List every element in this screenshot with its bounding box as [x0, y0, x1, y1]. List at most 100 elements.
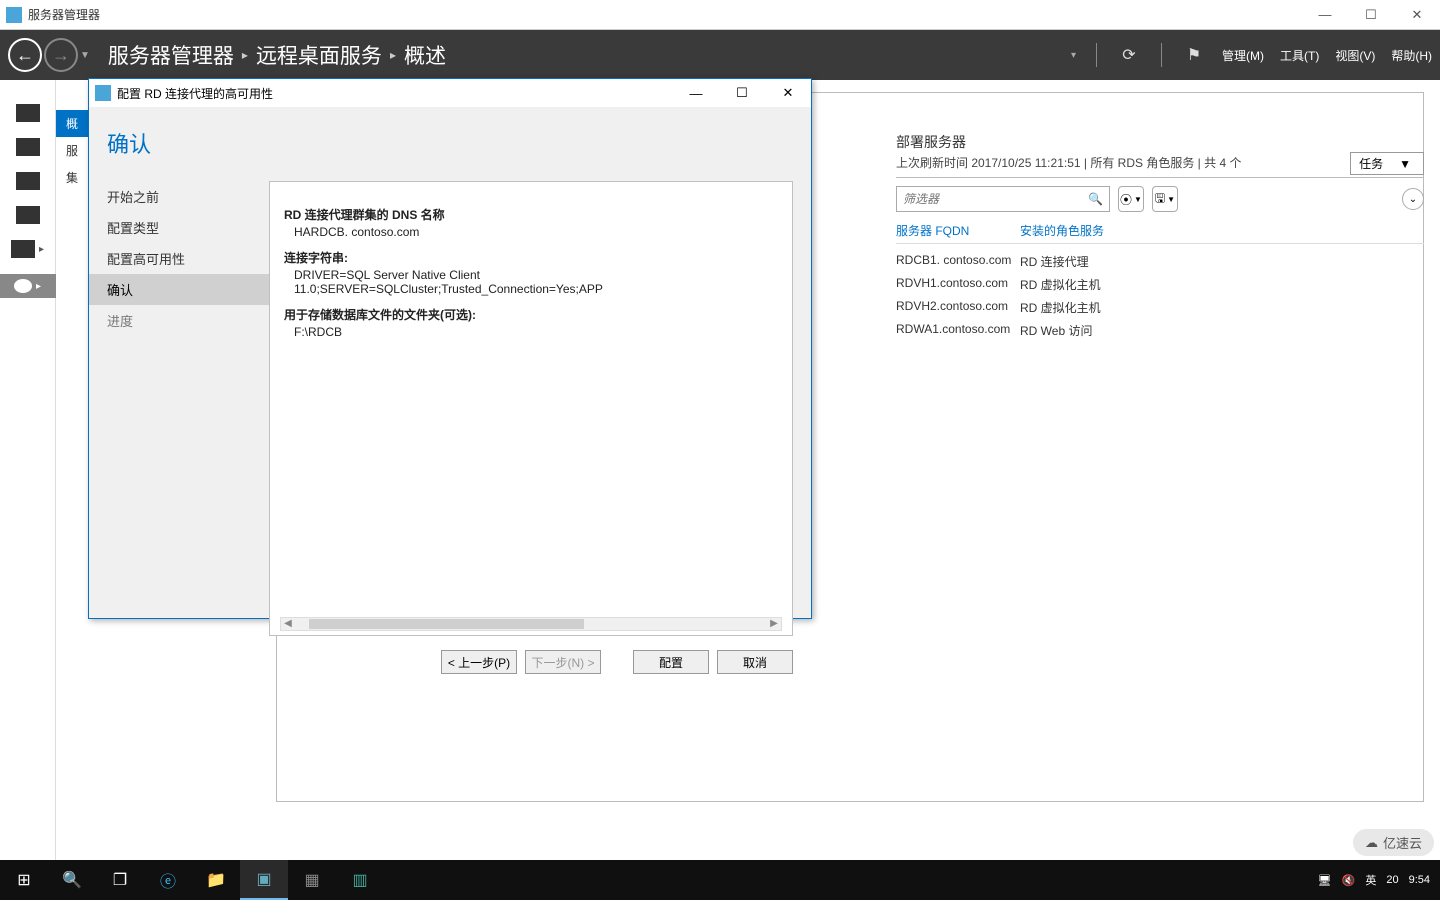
app-icon-1[interactable]: ▦: [288, 860, 336, 900]
minimize-button[interactable]: —: [1302, 0, 1348, 30]
breadcrumb-part2[interactable]: 远程桌面服务: [256, 40, 382, 70]
menu-help[interactable]: 帮助(H): [1391, 47, 1432, 64]
scroll-left-icon[interactable]: ◀: [281, 618, 295, 630]
separator: [1161, 43, 1162, 67]
table-row[interactable]: RDCB1. contoso.comRD 连接代理: [896, 250, 1424, 273]
scrollbar-thumb[interactable]: [309, 619, 584, 629]
value-conn: DRIVER=SQL Server Native Client 11.0;SER…: [294, 268, 778, 296]
ie-icon[interactable]: ⓔ: [144, 860, 192, 900]
expand-arrow-icon[interactable]: ▸: [36, 281, 41, 292]
filter-input[interactable]: [903, 192, 1088, 206]
table-row[interactable]: RDVH2.contoso.comRD 虚拟化主机: [896, 296, 1424, 319]
menu-manage[interactable]: 管理(M): [1222, 47, 1264, 64]
cell-role: RD 连接代理: [1020, 253, 1089, 270]
breadcrumb-part1[interactable]: 服务器管理器: [108, 40, 234, 70]
dialog-icon: [95, 85, 111, 101]
cell-fqdn: RDCB1. contoso.com: [896, 253, 1020, 270]
app-icon-2[interactable]: ▥: [336, 860, 384, 900]
search-icon[interactable]: 🔍: [1088, 192, 1103, 206]
chevron-down-icon: ▼: [1399, 157, 1411, 171]
wizard-step-confirm[interactable]: 确认: [89, 274, 269, 305]
tray-num[interactable]: 20: [1386, 874, 1398, 886]
tasks-dropdown[interactable]: 任务▼: [1350, 152, 1424, 175]
panel-subtitle: 上次刷新时间 2017/10/25 11:21:51 | 所有 RDS 角色服务…: [896, 154, 1424, 171]
menu-view[interactable]: 视图(V): [1335, 47, 1375, 64]
taskbar: ⊞ 🔍 ❐ ⓔ 📁 ▣ ▦ ▥ 🖥 🔇 英 20 9:54: [0, 860, 1440, 900]
app-icon: [6, 7, 22, 23]
refresh-icon[interactable]: ⟳: [1117, 43, 1141, 67]
rail-file-services-icon[interactable]: [16, 206, 40, 224]
rail-local-server-icon[interactable]: [16, 138, 40, 156]
nav-forward-button[interactable]: →: [44, 38, 78, 72]
filter-input-wrap[interactable]: 🔍: [896, 186, 1110, 212]
value-dns: HARDCB. contoso.com: [294, 225, 778, 239]
table-row[interactable]: RDVH1.contoso.comRD 虚拟化主机: [896, 273, 1424, 296]
dialog-footer: < 上一步(P) 下一步(N) > 配置 取消: [89, 636, 811, 688]
breadcrumb-sep-icon: ▸: [390, 48, 396, 62]
cell-fqdn: RDWA1.contoso.com: [896, 322, 1020, 339]
label-dns: RD 连接代理群集的 DNS 名称: [284, 206, 778, 223]
rail-rds-icon[interactable]: [14, 279, 32, 293]
ha-config-dialog: 配置 RD 连接代理的高可用性 — ☐ ✕ 确认 开始之前 配置类型 配置高可用…: [88, 78, 812, 619]
prev-button[interactable]: < 上一步(P): [441, 650, 517, 674]
rail-item-icon[interactable]: [11, 240, 35, 258]
flag-icon[interactable]: ⚑: [1182, 43, 1206, 67]
tab-servers[interactable]: 服: [56, 137, 88, 164]
window-titlebar: 服务器管理器 — ☐ ✕: [0, 0, 1440, 30]
dialog-heading: 确认: [89, 107, 811, 177]
breadcrumb: 服务器管理器 ▸ 远程桌面服务 ▸ 概述: [108, 40, 446, 70]
tray-volume-icon[interactable]: 🔇: [1342, 874, 1356, 887]
tab-collections[interactable]: 集: [56, 164, 88, 191]
col-role[interactable]: 安装的角色服务: [1020, 222, 1104, 239]
explorer-icon[interactable]: 📁: [192, 860, 240, 900]
view-options-button[interactable]: ⦿ ▼: [1118, 186, 1144, 212]
cell-role: RD 虚拟化主机: [1020, 299, 1101, 316]
server-manager-taskbar-icon[interactable]: ▣: [240, 860, 288, 900]
clock-time: 9:54: [1409, 874, 1430, 886]
dialog-title: 配置 RD 连接代理的高可用性: [117, 85, 673, 102]
nav-back-button[interactable]: ←: [8, 38, 42, 72]
cancel-button[interactable]: 取消: [717, 650, 793, 674]
maximize-button[interactable]: ☐: [1348, 0, 1394, 30]
nav-history-dropdown[interactable]: ▼: [80, 50, 90, 61]
breadcrumb-part3[interactable]: 概述: [404, 40, 446, 70]
ime-indicator[interactable]: 英: [1365, 872, 1376, 888]
deploy-servers-panel: 部署服务器 任务▼ 上次刷新时间 2017/10/25 11:21:51 | 所…: [896, 132, 1424, 342]
rail-dashboard-icon[interactable]: [16, 104, 40, 122]
dialog-close-button[interactable]: ✕: [765, 79, 811, 107]
horizontal-scrollbar[interactable]: ◀▶: [280, 617, 782, 631]
expand-panel-button[interactable]: ⌄: [1402, 188, 1424, 210]
start-button[interactable]: ⊞: [0, 860, 48, 900]
close-button[interactable]: ✕: [1394, 0, 1440, 30]
wizard-step-type[interactable]: 配置类型: [89, 212, 269, 243]
tab-overview[interactable]: 概: [56, 110, 88, 137]
next-button: 下一步(N) >: [525, 650, 601, 674]
scroll-right-icon[interactable]: ▶: [767, 618, 781, 630]
wizard-nav: 开始之前 配置类型 配置高可用性 确认 进度: [89, 177, 269, 636]
breadcrumb-sep-icon: ▸: [242, 48, 248, 62]
wizard-step-ha[interactable]: 配置高可用性: [89, 243, 269, 274]
table-row[interactable]: RDWA1.contoso.comRD Web 访问: [896, 319, 1424, 342]
cell-role: RD 虚拟化主机: [1020, 276, 1101, 293]
dialog-titlebar: 配置 RD 连接代理的高可用性 — ☐ ✕: [89, 79, 811, 107]
expand-arrow-icon[interactable]: ▸: [39, 244, 44, 255]
wizard-step-before[interactable]: 开始之前: [89, 181, 269, 212]
taskbar-clock[interactable]: 9:54: [1409, 874, 1430, 886]
watermark: ☁ 亿速云: [1353, 829, 1434, 856]
save-query-button[interactable]: 🖫 ▼: [1152, 186, 1178, 212]
dropdown-caret-icon[interactable]: ▾: [1071, 50, 1076, 61]
dialog-minimize-button[interactable]: —: [673, 79, 719, 107]
tray-monitor-icon[interactable]: 🖥: [1318, 874, 1332, 887]
search-button[interactable]: 🔍: [48, 860, 96, 900]
task-view-button[interactable]: ❐: [96, 860, 144, 900]
dialog-maximize-button[interactable]: ☐: [719, 79, 765, 107]
menu-tools[interactable]: 工具(T): [1280, 47, 1319, 64]
panel-title: 部署服务器: [896, 132, 1424, 152]
cell-role: RD Web 访问: [1020, 322, 1092, 339]
configure-button[interactable]: 配置: [633, 650, 709, 674]
side-tabs: 概 服 集: [56, 80, 88, 191]
rail-all-servers-icon[interactable]: [16, 172, 40, 190]
col-fqdn[interactable]: 服务器 FQDN: [896, 222, 1020, 239]
label-conn: 连接字符串:: [284, 249, 778, 266]
table-header: 服务器 FQDN 安装的角色服务: [896, 222, 1424, 244]
